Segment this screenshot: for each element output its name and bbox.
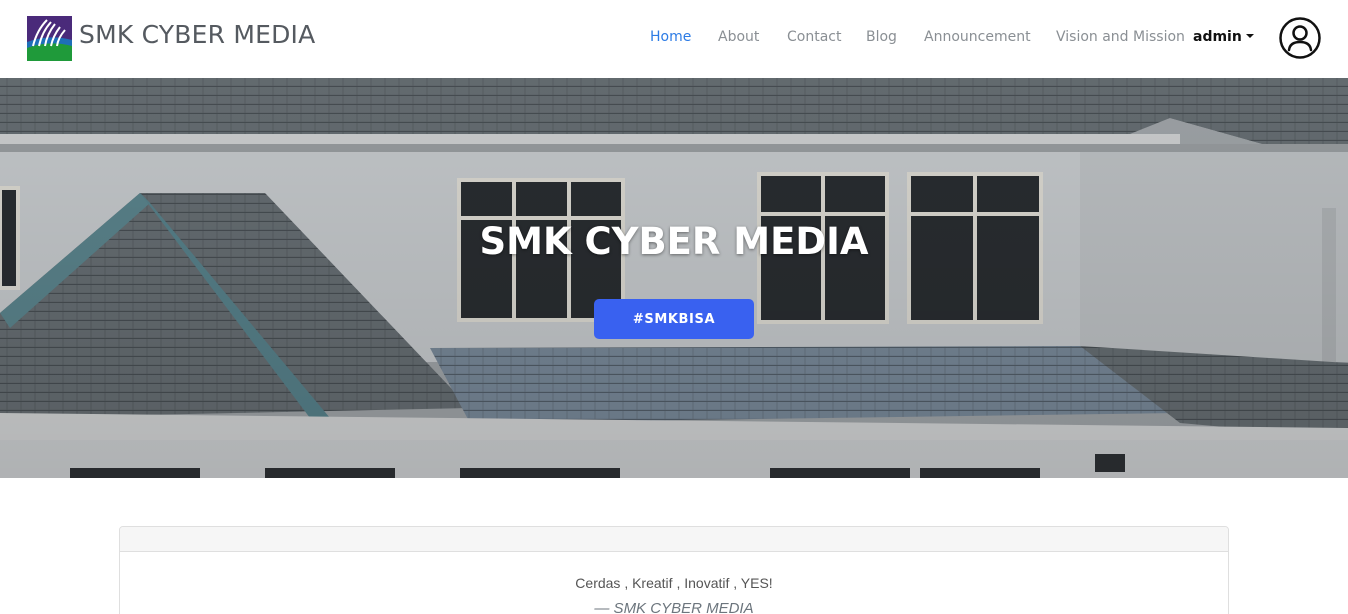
quote-footer: — SMK CYBER MEDIA	[594, 600, 754, 614]
hero-title: SMK CYBER MEDIA	[479, 220, 869, 263]
user-avatar-icon[interactable]	[1279, 17, 1321, 59]
nav-about[interactable]: About	[718, 29, 759, 45]
caret-down-icon	[1245, 34, 1254, 38]
nav-announcement[interactable]: Announcement	[924, 29, 1031, 45]
nav-blog[interactable]: Blog	[866, 29, 897, 45]
hero-banner: SMK CYBER MEDIA #SMKBISA	[0, 78, 1348, 478]
quote-card: Cerdas , Kreatif , Inovatif , YES! — SMK…	[119, 526, 1229, 614]
navbar: SMK CYBER MEDIA Home About Contact Blog …	[0, 0, 1348, 78]
nav-home[interactable]: Home	[650, 29, 691, 45]
brand-name[interactable]: SMK CYBER MEDIA	[79, 20, 315, 49]
user-dropdown[interactable]: admin	[1193, 29, 1254, 45]
school-logo-icon[interactable]	[27, 16, 72, 61]
school-building-image	[0, 78, 1348, 478]
nav-contact[interactable]: Contact	[787, 29, 841, 45]
smkbisa-button[interactable]: #SMKBISA	[594, 299, 754, 339]
card-header	[120, 527, 1228, 552]
quote-text: Cerdas , Kreatif , Inovatif , YES!	[575, 575, 773, 591]
nav-vision-mission[interactable]: Vision and Mission	[1056, 29, 1185, 45]
user-dropdown-label: admin	[1193, 29, 1242, 45]
